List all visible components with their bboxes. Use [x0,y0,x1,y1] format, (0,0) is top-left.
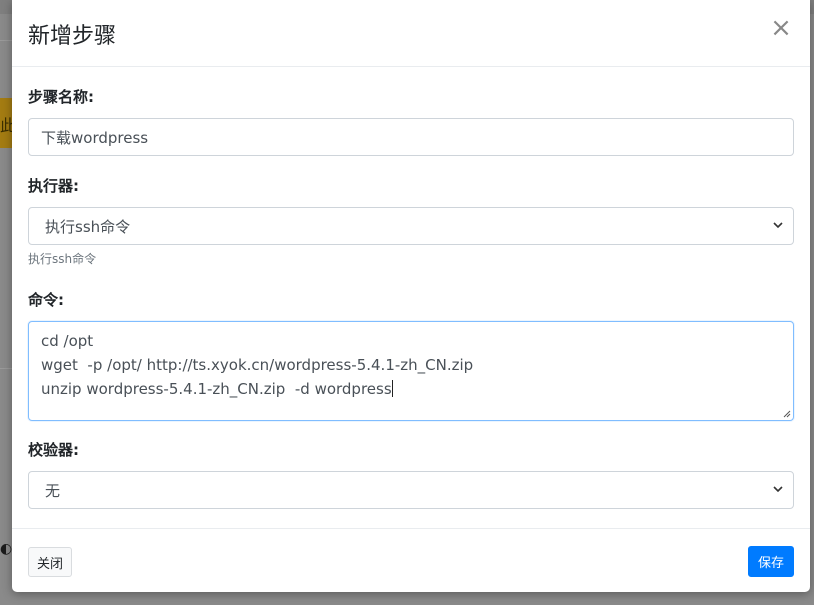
executor-selected-value: 执行ssh命令 [45,217,131,236]
executor-label: 执行器: [28,177,79,195]
background-icon: ◐ [0,541,13,557]
command-line: unzip wordpress-5.4.1-zh_CN.zip -d wordp… [41,377,781,401]
command-textarea[interactable]: cd /opt wget -p /opt/ http://ts.xyok.cn/… [28,321,794,421]
text-caret [391,380,393,397]
modal-footer: 关闭 保存 [12,528,810,593]
modal-header: 新增步骤 × [12,0,810,67]
close-button[interactable]: 关闭 [28,547,73,577]
step-name-input[interactable]: 下载wordpress [28,118,794,156]
executor-select[interactable]: 执行ssh命令 [28,207,794,245]
validator-selected-value: 无 [45,481,61,500]
modal-title: 新增步骤 [28,24,117,49]
resize-handle-icon[interactable] [783,410,791,418]
modal-body: 步骤名称: 下载wordpress 执行器: 执行ssh命令 执行ssh命令 命… [12,86,810,509]
modal-dialog: 新增步骤 × 步骤名称: 下载wordpress 执行器: 执行ssh命令 执行… [12,0,810,592]
validator-select[interactable]: 无 [28,471,794,509]
step-name-value: 下载wordpress [41,128,149,147]
command-line: cd /opt [41,332,94,350]
executor-help-text: 执行ssh命令 [28,252,97,266]
command-line: wget -p /opt/ http://ts.xyok.cn/wordpres… [41,356,474,374]
chevron-down-icon [773,486,783,493]
command-label: 命令: [28,291,64,309]
command-line-text: unzip wordpress-5.4.1-zh_CN.zip -d wordp… [41,380,392,398]
close-icon[interactable]: × [770,15,792,41]
chevron-down-icon [773,222,783,229]
save-button[interactable]: 保存 [747,546,794,577]
step-name-label: 步骤名称: [28,88,94,106]
validator-label: 校验器: [28,441,79,459]
